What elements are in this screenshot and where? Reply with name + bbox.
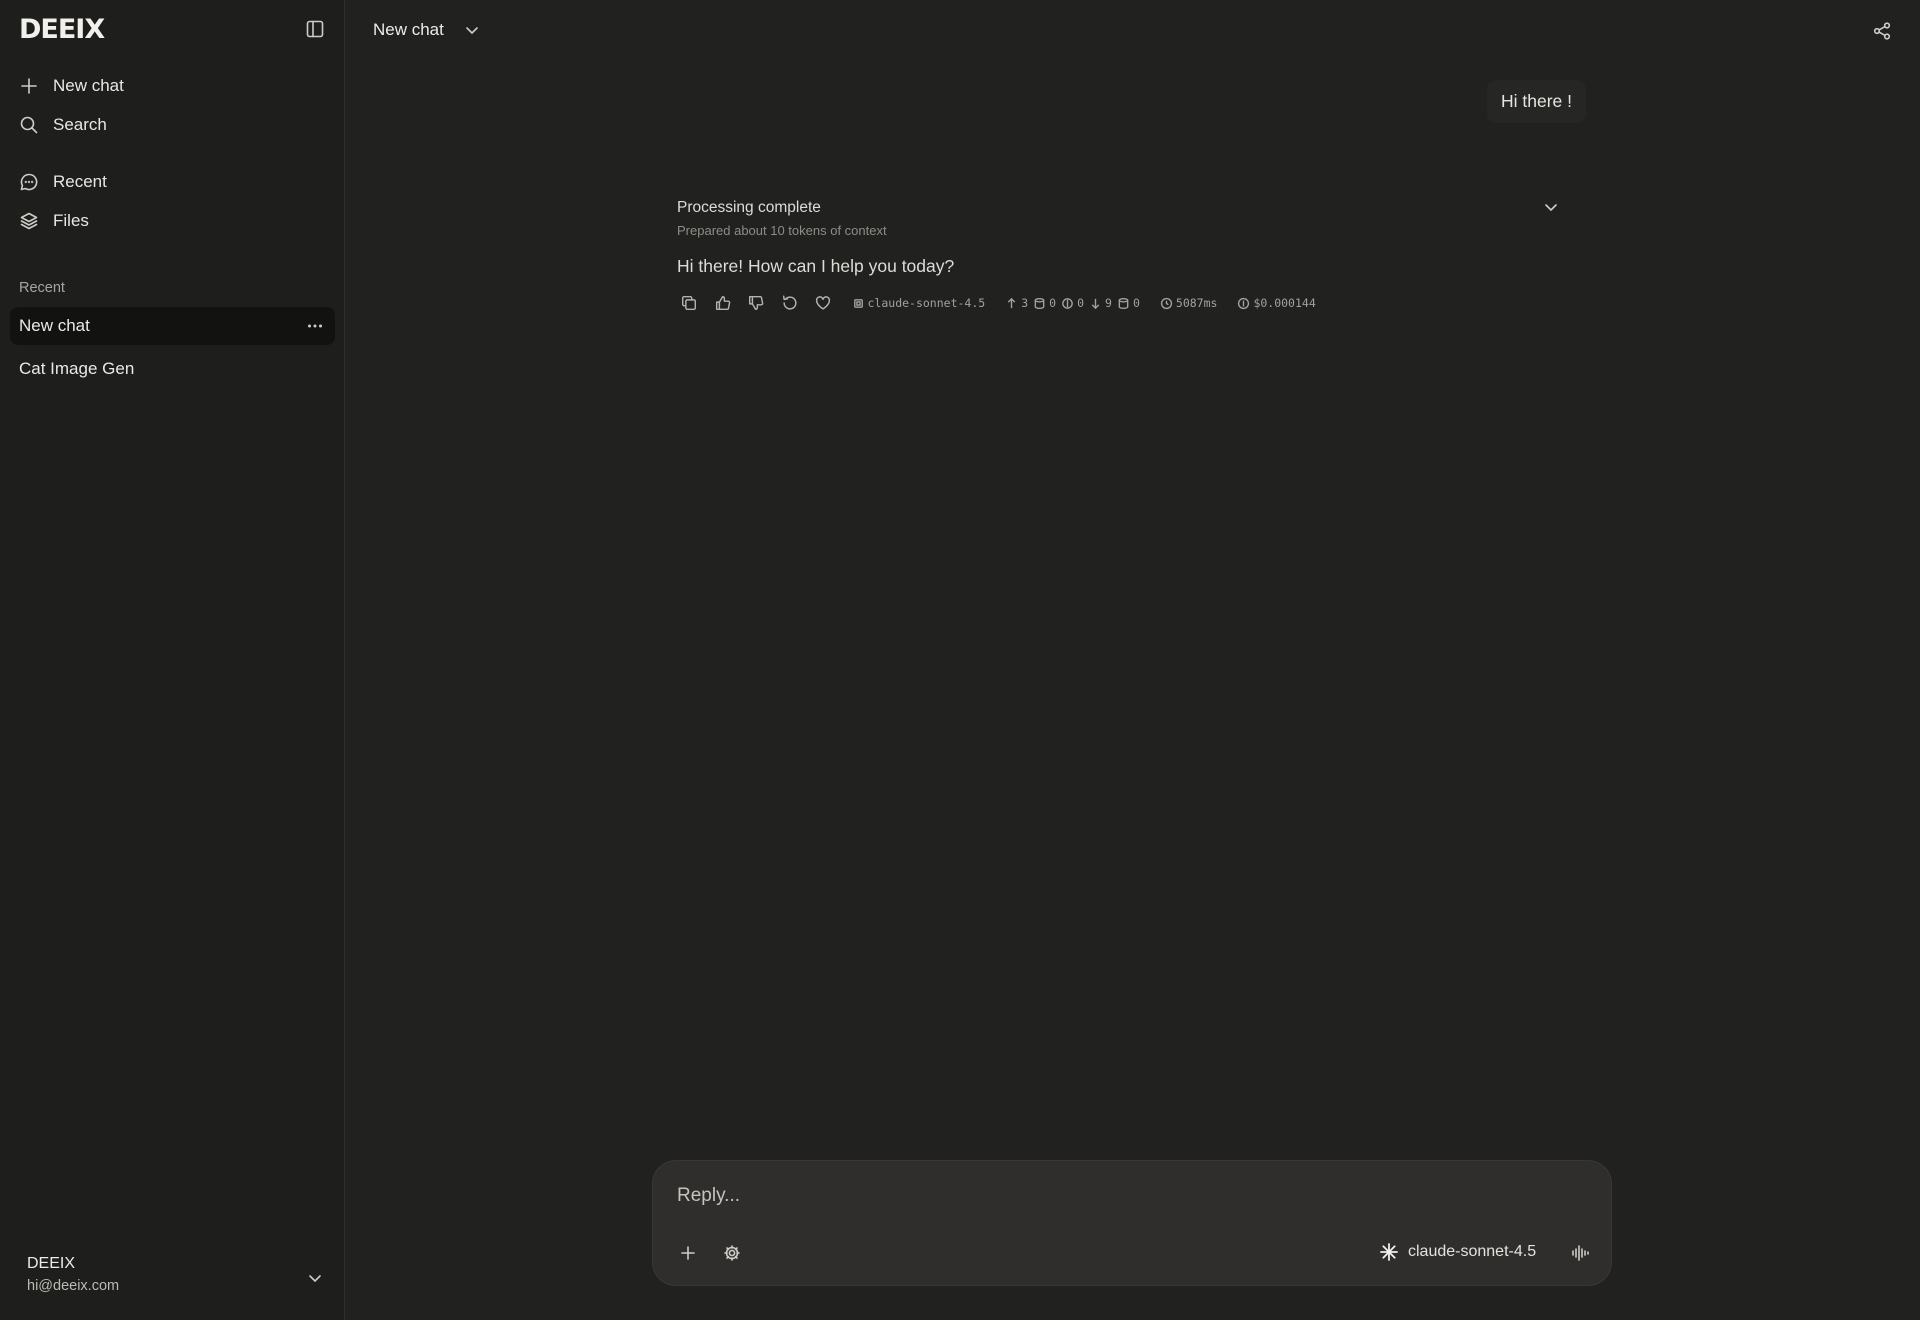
chevron-down-icon[interactable] bbox=[1541, 197, 1561, 217]
arrow-down-icon bbox=[1091, 298, 1100, 309]
model-selector-label: claude-sonnet-4.5 bbox=[1408, 1243, 1537, 1260]
recent-nav-label: Recent bbox=[53, 172, 107, 191]
thumbs-up-icon[interactable] bbox=[714, 294, 732, 312]
recent-chat-label: Cat Image Gen bbox=[19, 359, 135, 378]
latency: 5087ms bbox=[1160, 296, 1217, 310]
thumbs-down-icon[interactable] bbox=[747, 294, 765, 312]
layers-icon bbox=[19, 211, 43, 231]
message-metadata: claude-sonnet-4.5 3 0 0 9 0 5087ms $0.00… bbox=[852, 296, 1321, 310]
files-button[interactable]: Files bbox=[10, 202, 335, 240]
recent-chat-item[interactable]: New chat bbox=[10, 307, 335, 345]
user-account[interactable]: DEEIX hi@deeix.com bbox=[27, 1255, 119, 1294]
sidebar-toggle-icon[interactable] bbox=[305, 19, 325, 39]
message-actions: claude-sonnet-4.5 3 0 0 9 0 5087ms $0.00… bbox=[680, 292, 1321, 314]
chat-title: New chat bbox=[373, 20, 444, 39]
retry-icon[interactable] bbox=[781, 294, 799, 312]
deeix-logo[interactable]: DEEIX bbox=[19, 14, 105, 45]
cpu-icon bbox=[853, 298, 863, 308]
arrow-up-icon bbox=[1007, 297, 1016, 308]
sidebar: DEEIX New chat Search Recent Files Recen… bbox=[0, 0, 345, 1320]
input-tokens: 3 bbox=[1005, 296, 1028, 310]
more-options-icon[interactable] bbox=[305, 316, 325, 336]
reasoning-tokens: 0 bbox=[1061, 296, 1084, 310]
database-icon bbox=[1034, 297, 1045, 309]
reply-input[interactable] bbox=[677, 1181, 1377, 1211]
composer: claude-sonnet-4.5 bbox=[652, 1160, 1612, 1286]
share-icon[interactable] bbox=[1872, 21, 1892, 41]
user-name: DEEIX bbox=[27, 1255, 76, 1272]
search-button[interactable]: Search bbox=[10, 106, 335, 144]
output-tokens: 9 bbox=[1089, 296, 1112, 310]
search-label: Search bbox=[53, 115, 107, 134]
plus-icon[interactable] bbox=[678, 1243, 698, 1263]
plus-icon bbox=[19, 76, 43, 96]
model-badge: claude-sonnet-4.5 bbox=[852, 296, 986, 310]
chat-title-dropdown[interactable]: New chat bbox=[373, 20, 482, 40]
user-email: hi@deeix.com bbox=[27, 1278, 120, 1294]
clock-icon bbox=[1160, 297, 1173, 309]
sparkle-icon bbox=[1379, 1242, 1399, 1262]
database-icon bbox=[1118, 297, 1129, 309]
heart-icon[interactable] bbox=[814, 294, 832, 312]
settings-icon[interactable] bbox=[722, 1243, 742, 1263]
copy-icon[interactable] bbox=[680, 294, 698, 312]
processing-status: Processing complete bbox=[677, 199, 821, 216]
chevron-down-icon bbox=[462, 20, 482, 40]
brain-icon bbox=[1062, 297, 1073, 309]
recent-chat-label: New chat bbox=[19, 316, 90, 335]
chevron-down-icon[interactable] bbox=[305, 1268, 325, 1288]
cache-write-tokens: 0 bbox=[1033, 296, 1056, 310]
cache-read-tokens: 0 bbox=[1117, 296, 1140, 310]
search-icon bbox=[19, 115, 43, 135]
voice-waveform-icon[interactable] bbox=[1570, 1243, 1590, 1263]
assistant-message: Hi there! How can I help you today? bbox=[677, 256, 955, 276]
recent-chat-item[interactable]: Cat Image Gen bbox=[10, 350, 335, 388]
model-selector[interactable]: claude-sonnet-4.5 bbox=[1379, 1242, 1536, 1262]
model-name: claude-sonnet-4.5 bbox=[867, 296, 986, 310]
recent-nav-button[interactable]: Recent bbox=[10, 163, 335, 201]
processing-subtitle: Prepared about 10 tokens of context bbox=[677, 223, 887, 238]
user-message: Hi there ! bbox=[1487, 80, 1586, 123]
new-chat-button[interactable]: New chat bbox=[10, 67, 335, 105]
cost: $0.000144 bbox=[1237, 296, 1316, 310]
chat-bubble-icon bbox=[19, 172, 43, 192]
coin-icon bbox=[1238, 297, 1250, 309]
recent-section-label: Recent bbox=[19, 280, 65, 296]
files-label: Files bbox=[53, 211, 89, 230]
new-chat-label: New chat bbox=[53, 76, 124, 95]
